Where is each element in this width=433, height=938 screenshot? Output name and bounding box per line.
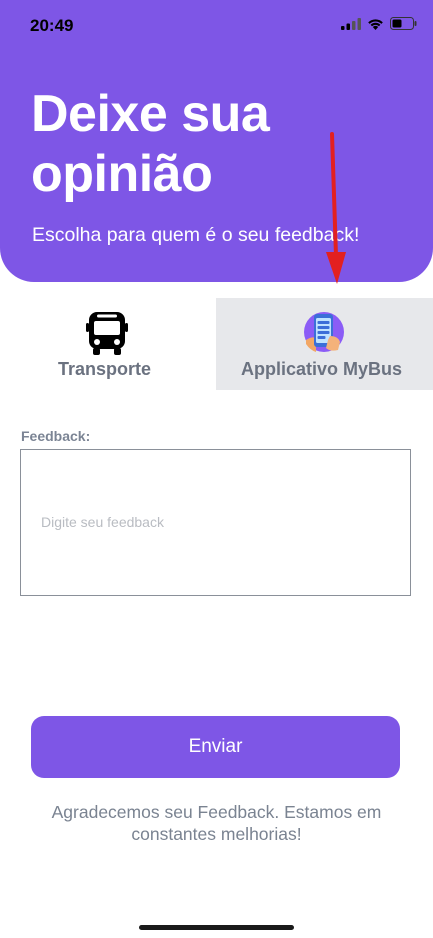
tab-applicativo-label: Applicativo MyBus — [241, 359, 403, 379]
battery-icon — [390, 17, 417, 30]
feedback-box — [20, 449, 411, 596]
tab-transporte[interactable]: Transporte — [0, 298, 216, 390]
thanks-line1: Agradecemos seu Feedback. Estamos em — [51, 802, 382, 822]
status-icons — [341, 17, 417, 30]
status-time: 20:49 — [30, 16, 74, 35]
header-banner: 20:49 Deixe sua opinião Escolha para que… — [0, 0, 433, 282]
phone-app-icon — [304, 312, 344, 352]
thanks-line2: constantes melhorias! — [131, 824, 302, 844]
status-bar: 20:49 — [0, 0, 433, 52]
bus-icon — [86, 312, 128, 355]
tab-transporte-label: Transporte — [58, 359, 152, 379]
submit-button[interactable]: Enviar — [31, 716, 400, 778]
feedback-input[interactable] — [21, 450, 410, 595]
thanks-message: Agradecemos seu Feedback. Estamos em con… — [20, 801, 413, 845]
tab-applicativo-mybus[interactable]: Applicativo MyBus — [216, 298, 433, 390]
wifi-icon — [368, 18, 383, 30]
feedback-label: Feedback: — [21, 428, 91, 444]
home-indicator — [139, 925, 294, 930]
page-title: Deixe sua opinião — [31, 84, 411, 204]
page-subtitle: Escolha para quem é o seu feedback! — [32, 224, 360, 246]
page-title-line2: opinião — [31, 145, 213, 203]
signal-icon — [341, 17, 361, 30]
page-title-line1: Deixe sua — [31, 85, 270, 143]
